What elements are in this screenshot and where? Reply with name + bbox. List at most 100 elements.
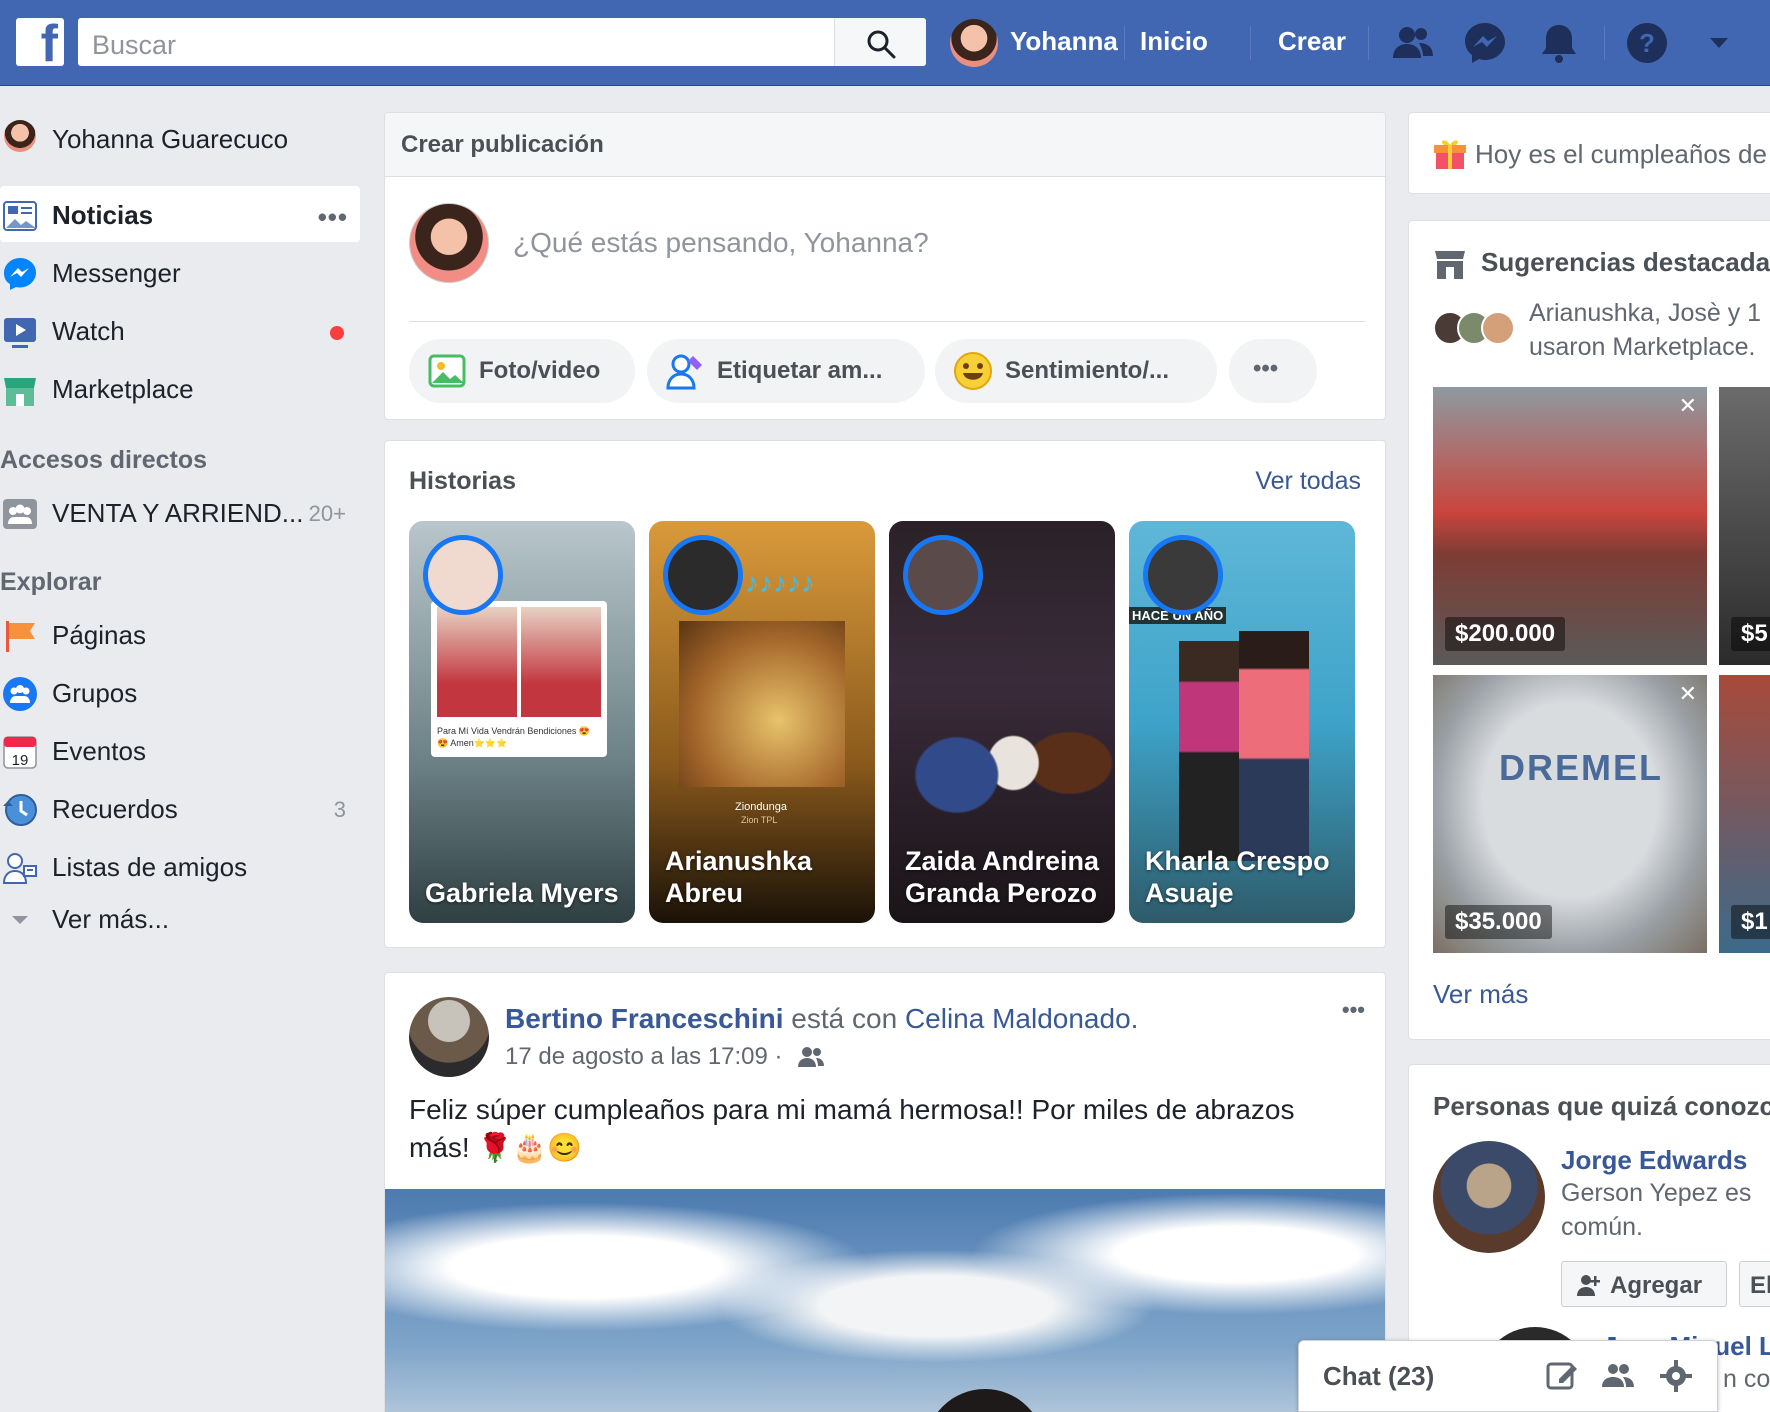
sidebar-item-messenger[interactable]: Messenger bbox=[0, 244, 360, 300]
home-link[interactable]: Inicio bbox=[1140, 26, 1208, 57]
svg-text:?: ? bbox=[1639, 28, 1655, 58]
post-photo[interactable] bbox=[385, 1189, 1385, 1412]
sidebar-item-marketplace[interactable]: Marketplace bbox=[0, 360, 360, 416]
friend-requests-icon[interactable] bbox=[1390, 20, 1436, 66]
sidebar-item-groups[interactable]: Grupos bbox=[0, 664, 360, 720]
marketplace-suggestions-card: Sugerencias destacadas Arianushka, Josè … bbox=[1408, 220, 1770, 1040]
new-message-compose-icon[interactable] bbox=[1545, 1359, 1579, 1393]
sidebar-item-label: Noticias bbox=[52, 200, 154, 230]
messenger-icon[interactable] bbox=[1462, 20, 1508, 66]
story-avatar bbox=[903, 535, 983, 615]
add-friend-button[interactable]: Agregar bbox=[1561, 1261, 1727, 1307]
post-timestamp[interactable]: 17 de agosto a las 17:09 · bbox=[505, 1043, 783, 1071]
story-card[interactable]: HACE UN AÑO Kharla Crespo Asuaje bbox=[1129, 521, 1355, 923]
memories-clock-icon bbox=[3, 794, 37, 826]
sidebar-shortcut-group[interactable]: VENTA Y ARRIEND... 20+ bbox=[0, 484, 360, 540]
chat-label: Chat (23) bbox=[1323, 1361, 1435, 1391]
create-post-header: Crear publicación bbox=[385, 113, 1385, 177]
birthday-card[interactable]: Hoy es el cumpleaños de bbox=[1408, 112, 1770, 194]
tag-friends-button[interactable]: Etiquetar am... bbox=[647, 339, 925, 403]
new-group-icon[interactable] bbox=[1601, 1359, 1635, 1393]
product-tile[interactable]: $1 bbox=[1719, 675, 1770, 953]
see-more-products-link[interactable]: Ver más bbox=[1433, 979, 1528, 1010]
post-author-name[interactable]: Bertino Franceschini bbox=[505, 1003, 784, 1034]
shortcuts-heading: Accesos directos bbox=[0, 446, 208, 474]
suggestions-title: Sugerencias destacadas bbox=[1481, 247, 1770, 277]
feeling-activity-label: Sentimiento/... bbox=[1005, 357, 1170, 384]
sidebar-item-watch[interactable]: Watch bbox=[0, 302, 360, 358]
help-question-icon[interactable]: ? bbox=[1624, 20, 1670, 66]
story-card[interactable]: Ziondunga Zion TPL ♪♪♪♪♪ Arianushka Abre… bbox=[649, 521, 875, 923]
sidebar-profile[interactable]: Yohanna Guarecuco bbox=[0, 110, 360, 166]
product-tile[interactable]: ✕ DREMEL $35.000 bbox=[1433, 675, 1707, 953]
profile-link[interactable]: Yohanna bbox=[1010, 26, 1118, 57]
notifications-bell-icon[interactable] bbox=[1536, 20, 1582, 66]
sidebar-item-label: Grupos bbox=[52, 678, 138, 708]
dismiss-product-icon[interactable]: ✕ bbox=[1679, 393, 1697, 419]
more-actions-button[interactable]: ••• bbox=[1229, 339, 1317, 403]
messenger-icon bbox=[4, 258, 36, 290]
composer-input[interactable]: ¿Qué estás pensando, Yohanna? bbox=[513, 227, 929, 259]
story-avatar bbox=[663, 535, 743, 615]
sidebar-item-pages[interactable]: Páginas bbox=[0, 606, 360, 662]
story-card[interactable]: Para Mí Vida Vendrán Bendiciones 😍😍 Amen… bbox=[409, 521, 635, 923]
sidebar-item-label: Eventos bbox=[52, 736, 146, 766]
chevron-down-icon bbox=[12, 916, 28, 924]
product-tile[interactable]: $5 bbox=[1719, 387, 1770, 665]
profile-avatar bbox=[4, 120, 36, 152]
see-all-stories-link[interactable]: Ver todas bbox=[1255, 467, 1361, 496]
groups-icon bbox=[3, 677, 37, 711]
add-friend-label: Agregar bbox=[1610, 1272, 1703, 1299]
person-name[interactable]: Jorge Edwards bbox=[1561, 1145, 1747, 1176]
story-author-name: Gabriela Myers bbox=[425, 878, 619, 908]
create-link[interactable]: Crear bbox=[1278, 26, 1346, 57]
search-icon bbox=[867, 30, 896, 59]
search-button[interactable] bbox=[834, 18, 926, 66]
person-mutual-line-2: común. bbox=[1561, 1213, 1643, 1241]
post-tagged-name[interactable]: Celina Maldonado bbox=[905, 1003, 1131, 1034]
post-with-text: está con bbox=[791, 1003, 898, 1034]
account-menu-chevron-down-icon[interactable] bbox=[1696, 20, 1742, 66]
sidebar-item-label: Marketplace bbox=[52, 374, 194, 404]
story-album-cover bbox=[679, 621, 845, 787]
dismiss-product-icon[interactable]: ✕ bbox=[1679, 681, 1697, 707]
sidebar-item-noticias[interactable]: Noticias ••• bbox=[0, 186, 360, 242]
person-avatar[interactable] bbox=[1433, 1141, 1545, 1253]
sidebar-item-count: 20+ bbox=[308, 501, 346, 526]
photo-icon bbox=[428, 354, 466, 388]
create-post-card: Crear publicación ¿Qué estás pensando, Y… bbox=[384, 112, 1386, 420]
photo-video-button[interactable]: Foto/video bbox=[409, 339, 635, 403]
chat-settings-gear-icon[interactable] bbox=[1659, 1359, 1693, 1393]
product-price: $1 bbox=[1731, 905, 1770, 939]
product-tile[interactable]: ✕ $200.000 bbox=[1433, 387, 1707, 665]
smiley-emoji-icon bbox=[954, 352, 992, 390]
sidebar-item-friend-lists[interactable]: Listas de amigos bbox=[0, 838, 360, 894]
suggestions-text-line-1: Arianushka, Josè y 1 bbox=[1529, 299, 1762, 327]
user-avatar[interactable] bbox=[950, 19, 998, 67]
sidebar-item-memories[interactable]: Recuerdos 3 bbox=[0, 780, 360, 836]
story-person-left bbox=[1179, 641, 1239, 861]
more-options-icon[interactable]: ••• bbox=[318, 202, 348, 233]
story-card[interactable]: Zaida Andreina Granda Perozo bbox=[889, 521, 1115, 923]
post-text: Feliz súper cumpleaños para mi mamá herm… bbox=[409, 1094, 1295, 1163]
suggestions-text-line-2: usaron Marketplace. bbox=[1529, 333, 1756, 361]
sidebar-item-label: Listas de amigos bbox=[52, 852, 248, 882]
post-options-icon[interactable]: ••• bbox=[1342, 997, 1365, 1023]
product-price: $5 bbox=[1731, 617, 1770, 651]
chat-bar[interactable]: Chat (23) bbox=[1298, 1340, 1718, 1412]
sidebar-profile-name: Yohanna Guarecuco bbox=[52, 124, 289, 154]
story-person-right bbox=[1239, 631, 1309, 861]
audience-friends-icon[interactable] bbox=[797, 1045, 825, 1069]
story-photo bbox=[889, 631, 1115, 871]
search-input[interactable]: Buscar bbox=[78, 18, 926, 66]
marketplace-icon bbox=[4, 378, 36, 406]
person-mutual-line-1: Gerson Yepez es bbox=[1561, 1179, 1752, 1207]
sidebar-see-more[interactable]: Ver más... bbox=[0, 890, 360, 946]
feeling-activity-button[interactable]: Sentimiento/... bbox=[935, 339, 1217, 403]
facebook-logo-icon[interactable]: f bbox=[16, 18, 64, 70]
post-author-avatar[interactable] bbox=[409, 997, 489, 1077]
remove-suggestion-button[interactable]: El bbox=[1739, 1261, 1770, 1307]
sidebar-item-events[interactable]: 19 Eventos bbox=[0, 722, 360, 778]
product-price: $35.000 bbox=[1445, 905, 1552, 939]
svg-text:19: 19 bbox=[12, 752, 29, 769]
